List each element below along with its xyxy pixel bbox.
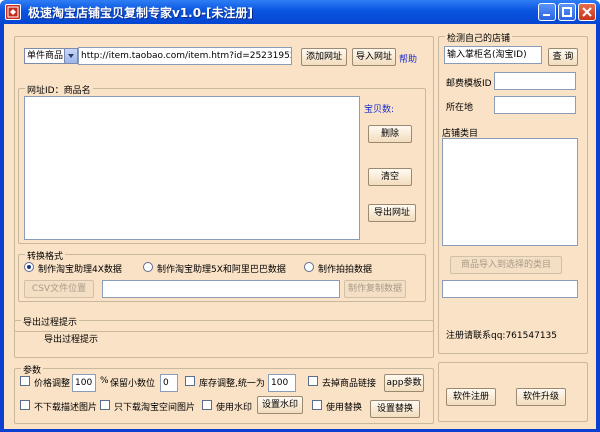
location-label: 所在地 <box>446 103 474 113</box>
format-radio-paipai[interactable] <box>304 262 314 272</box>
minimize-button[interactable] <box>538 3 556 21</box>
export-progress-title: 导出过程提示 <box>21 315 80 328</box>
price-adjust-checkbox[interactable] <box>20 376 30 386</box>
percent-label: % <box>100 376 109 386</box>
help-link[interactable]: 帮助 <box>399 52 417 65</box>
format-radio-taobao4x[interactable] <box>24 262 34 272</box>
register-contact-text: 注册请联系qq:761547135 <box>446 331 557 341</box>
decimal-places-label: 保留小数位 <box>110 379 156 389</box>
stock-adjust-label: 库存调整,统一为 <box>199 379 265 389</box>
import-url-button[interactable]: 导入网址 <box>352 48 396 66</box>
watermark-checkbox[interactable] <box>202 400 212 410</box>
minimize-icon <box>543 14 550 16</box>
no-desc-images-label: 不下载描述图片 <box>34 403 98 413</box>
format-label-taobao4x: 制作淘宝助理4X数据 <box>38 265 122 275</box>
csv-location-button[interactable]: CSV文件位置 <box>24 280 94 298</box>
price-percent-input[interactable]: 100 <box>72 374 96 392</box>
make-copy-data-button[interactable]: 制作复制数据 <box>344 280 406 298</box>
import-to-category-button[interactable]: 商品导入到选择的类目 <box>450 256 562 274</box>
remove-links-checkbox[interactable] <box>308 376 318 386</box>
decimal-places-input[interactable]: 0 <box>160 374 178 392</box>
close-icon <box>582 7 592 17</box>
convert-format-group-title: 转换格式 <box>25 249 66 262</box>
no-desc-images-checkbox[interactable] <box>20 400 30 410</box>
stock-value-input[interactable]: 100 <box>268 374 296 392</box>
params-group-title: 参数 <box>21 363 44 376</box>
only-taobao-images-checkbox[interactable] <box>100 400 110 410</box>
item-count-label: 宝贝数: <box>364 105 395 115</box>
format-label-paipai: 制作拍拍数据 <box>318 265 373 275</box>
app-window: 极速淘宝店铺宝贝复制专家v1.0-[未注册] 单件商品 http://item.… <box>0 0 600 432</box>
upgrade-button[interactable]: 软件升级 <box>516 388 566 406</box>
maximize-button[interactable] <box>558 3 576 21</box>
category-input[interactable] <box>442 280 578 298</box>
replace-settings-button[interactable]: 设置替换 <box>370 400 420 418</box>
app-params-button[interactable]: app参数 <box>384 374 424 392</box>
shipping-template-input[interactable] <box>494 72 576 90</box>
shipping-template-label: 邮费模板ID <box>446 79 492 89</box>
format-label-taobao5x: 制作淘宝助理5X和阿里巴巴数据 <box>157 265 286 275</box>
clear-button[interactable]: 清空 <box>368 168 412 186</box>
shop-owner-input[interactable]: 输入掌柜名(淘宝ID) <box>444 46 542 64</box>
url-list[interactable] <box>24 96 360 240</box>
watermark-settings-button[interactable]: 设置水印 <box>257 396 303 414</box>
watermark-label: 使用水印 <box>216 403 253 413</box>
register-button[interactable]: 软件注册 <box>446 388 496 406</box>
close-button[interactable] <box>578 3 596 21</box>
title-bar[interactable]: 极速淘宝店铺宝贝复制专家v1.0-[未注册] <box>0 0 600 24</box>
export-progress-message: 导出过程提示 <box>44 335 99 345</box>
app-icon <box>5 4 21 20</box>
remove-links-label: 去掉商品链接 <box>322 379 377 389</box>
mode-select-value: 单件商品 <box>27 51 64 61</box>
url-list-group-title: 网址ID：商品名 <box>25 83 93 96</box>
only-taobao-images-label: 只下载淘宝空间图片 <box>114 403 196 413</box>
client-area: 单件商品 http://item.taobao.com/item.htm?id=… <box>4 24 596 429</box>
shop-check-group-title: 检测自己的店铺 <box>445 31 513 44</box>
replace-label: 使用替换 <box>326 403 363 413</box>
delete-button[interactable]: 删除 <box>368 125 412 143</box>
format-radio-taobao5x[interactable] <box>143 262 153 272</box>
export-url-button[interactable]: 导出网址 <box>368 204 416 222</box>
window-title: 极速淘宝店铺宝贝复制专家v1.0-[未注册] <box>28 6 254 20</box>
mode-select[interactable]: 单件商品 <box>24 48 78 64</box>
csv-path-field[interactable] <box>102 280 340 298</box>
chevron-down-icon[interactable] <box>64 49 77 63</box>
query-button[interactable]: 查 询 <box>548 48 578 66</box>
add-url-button[interactable]: 添加网址 <box>301 48 347 66</box>
url-input[interactable]: http://item.taobao.com/item.htm?id=25231… <box>78 47 292 65</box>
replace-checkbox[interactable] <box>312 400 322 410</box>
location-input[interactable] <box>494 96 576 114</box>
maximize-icon <box>562 7 572 17</box>
price-adjust-label: 价格调整 <box>34 379 71 389</box>
shop-category-list[interactable] <box>442 138 578 246</box>
stock-adjust-checkbox[interactable] <box>185 376 195 386</box>
